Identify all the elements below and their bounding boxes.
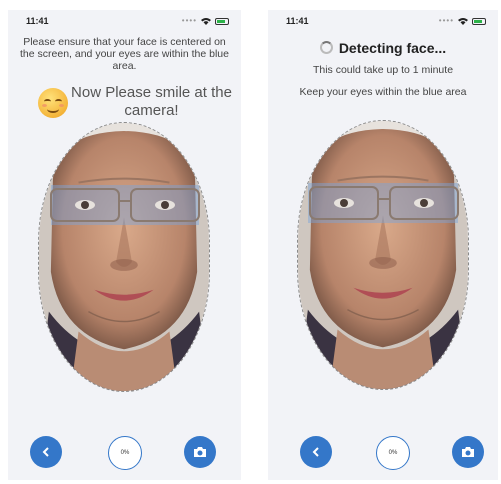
right-phone-screen: 11:41 •••• Detecting face... This could … (268, 10, 498, 480)
status-bar: 11:41 •••• (268, 16, 498, 30)
smile-prompt-row: Now Please smile at the camera! (38, 84, 235, 120)
status-bar: 11:41 •••• (8, 16, 241, 30)
smile-prompt: Now Please smile at the camera! (71, 84, 232, 119)
face-camera-preview (38, 122, 210, 392)
chevron-left-icon (312, 447, 319, 457)
eyeglasses (309, 186, 459, 220)
back-button[interactable] (300, 436, 332, 468)
eyes-instruction: Keep your eyes within the blue area (299, 86, 467, 98)
face-camera-preview (297, 120, 469, 390)
spinner-icon (319, 41, 333, 54)
detecting-subtitle: This could take up to 1 minute (312, 64, 454, 76)
status-time: 11:41 (286, 16, 309, 26)
camera-icon (462, 447, 474, 457)
chevron-left-icon (42, 447, 49, 457)
eyeglasses (50, 188, 200, 222)
wifi-icon (201, 18, 211, 25)
left-phone-screen: 11:41 •••• Please ensure that your face … (8, 10, 241, 480)
face-image (39, 123, 209, 391)
progress-indicator: 0% (376, 436, 410, 470)
face-image (298, 121, 468, 389)
status-time: 11:41 (26, 16, 49, 26)
face-instruction: Please ensure that your face is centered… (20, 36, 229, 72)
wifi-icon (458, 18, 468, 25)
signal-icon: •••• (181, 16, 197, 25)
battery-icon (215, 17, 229, 25)
capture-button[interactable] (452, 436, 484, 468)
battery-icon (472, 17, 486, 25)
back-button[interactable] (30, 436, 62, 468)
detecting-title: Detecting face... (268, 40, 498, 56)
smile-emoji-icon (38, 88, 68, 118)
capture-button[interactable] (184, 436, 216, 468)
camera-icon (194, 447, 206, 457)
progress-indicator: 0% (108, 436, 142, 470)
signal-icon: •••• (438, 16, 454, 25)
